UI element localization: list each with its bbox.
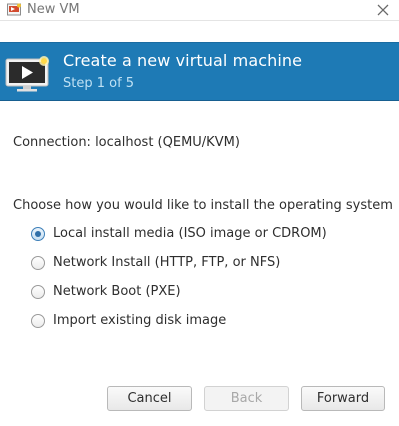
- install-method-prompt: Choose how you would like to install the…: [13, 198, 393, 213]
- back-button[interactable]: Back: [204, 386, 289, 411]
- radio-label: Network Boot (PXE): [53, 284, 181, 299]
- virtual-machine-icon: [5, 56, 49, 92]
- radio-button[interactable]: [31, 314, 45, 328]
- radio-label: Network Install (HTTP, FTP, or NFS): [53, 255, 281, 270]
- step-indicator: Step 1 of 5: [63, 76, 135, 91]
- forward-button[interactable]: Forward: [301, 386, 385, 411]
- radio-network-install[interactable]: Network Install (HTTP, FTP, or NFS): [31, 254, 280, 272]
- page-title: Create a new virtual machine: [63, 51, 303, 70]
- radio-label: Local install media (ISO image or CDROM): [53, 226, 327, 241]
- window-title: New VM: [27, 2, 80, 17]
- radio-button[interactable]: [31, 256, 45, 270]
- radio-local-install-media[interactable]: Local install media (ISO image or CDROM): [31, 225, 327, 243]
- close-icon[interactable]: [375, 2, 391, 18]
- connection-label: Connection: localhost (QEMU/KVM): [13, 135, 240, 150]
- radio-import-disk-image[interactable]: Import existing disk image: [31, 312, 226, 330]
- wizard-header: Create a new virtual machine Step 1 of 5: [0, 42, 399, 101]
- window-titlebar: New VM: [0, 0, 399, 21]
- radio-button[interactable]: [31, 285, 45, 299]
- virt-manager-icon: [7, 3, 21, 16]
- cancel-button[interactable]: Cancel: [107, 386, 192, 411]
- radio-network-boot[interactable]: Network Boot (PXE): [31, 283, 181, 301]
- radio-label: Import existing disk image: [53, 313, 227, 328]
- radio-button[interactable]: [31, 227, 45, 241]
